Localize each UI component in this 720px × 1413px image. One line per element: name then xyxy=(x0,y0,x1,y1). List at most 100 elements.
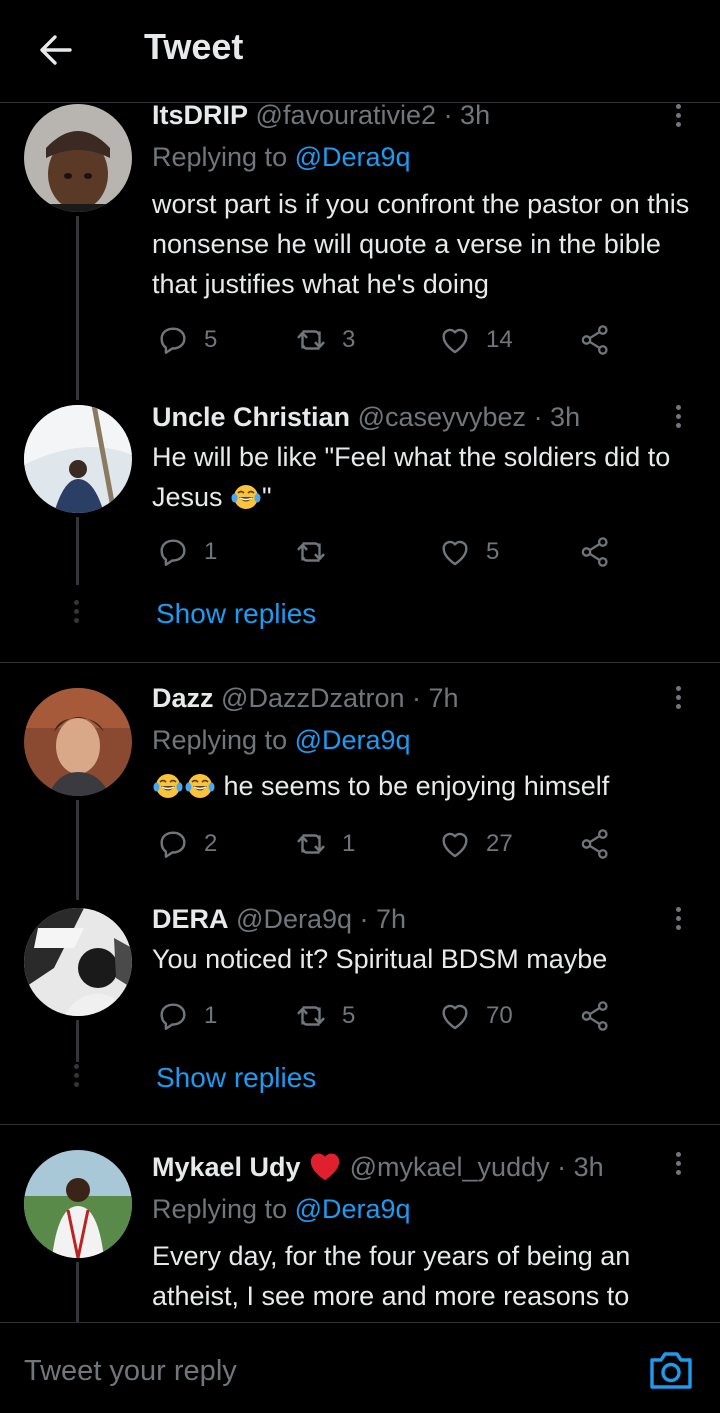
display-name[interactable]: DERA xyxy=(152,904,229,934)
camera-icon[interactable] xyxy=(648,1349,694,1391)
reply-composer: Tweet your reply xyxy=(0,1322,720,1413)
share-button[interactable] xyxy=(578,322,612,358)
display-name[interactable]: ItsDRIP xyxy=(152,100,248,130)
reply-button[interactable]: 5 xyxy=(156,322,217,358)
reply-icon xyxy=(156,323,190,357)
display-name[interactable]: Dazz xyxy=(152,683,214,713)
display-name[interactable]: Mykael Udy xyxy=(152,1152,301,1182)
heart-icon xyxy=(438,535,472,569)
reply-icon xyxy=(156,535,190,569)
retweet-count: 1 xyxy=(342,830,356,857)
user-handle[interactable]: @mykael_yuddy xyxy=(350,1152,550,1182)
share-button[interactable] xyxy=(578,998,612,1034)
top-bar: Tweet xyxy=(0,0,720,103)
retweet-button[interactable] xyxy=(294,534,342,570)
avatar[interactable] xyxy=(24,688,132,796)
thread-collapsed-dots xyxy=(74,1064,80,1091)
mention-link[interactable]: @Dera9q xyxy=(295,142,411,172)
tweet-text: Every day, for the four years of being a… xyxy=(152,1241,631,1311)
reply-icon xyxy=(156,827,190,861)
user-handle[interactable]: @Dera9q xyxy=(236,904,352,934)
retweet-button[interactable]: 3 xyxy=(294,322,355,358)
user-handle[interactable]: @DazzDzatron xyxy=(221,683,404,713)
like-button[interactable]: 5 xyxy=(438,534,499,570)
tweet-actions: 5 3 14 xyxy=(156,322,626,362)
page-title: Tweet xyxy=(144,26,244,67)
laughing-emoji-icon xyxy=(184,771,216,801)
divider xyxy=(0,1124,720,1125)
tweet-actions: 1 5 xyxy=(156,534,626,574)
display-name[interactable]: Uncle Christian xyxy=(152,402,350,432)
reply-count: 1 xyxy=(204,538,218,565)
heart-icon xyxy=(438,827,472,861)
thread-line xyxy=(76,216,79,400)
laughing-emoji-icon xyxy=(230,482,262,512)
replying-to: Replying to @Dera9q xyxy=(152,142,411,172)
retweet-count: 5 xyxy=(342,1002,356,1029)
reply-count: 5 xyxy=(204,326,218,353)
timestamp: · 3h xyxy=(557,1152,604,1182)
like-button[interactable]: 14 xyxy=(438,322,513,358)
user-handle[interactable]: @favourativie2 xyxy=(256,100,437,130)
thread-line xyxy=(76,1020,79,1062)
heart-icon xyxy=(438,999,472,1033)
reply-count: 2 xyxy=(204,830,218,857)
timestamp: · 7h xyxy=(359,904,407,934)
tweet-header: Uncle Christian @caseyvybez · 3h xyxy=(152,402,580,433)
more-options-icon[interactable] xyxy=(676,1152,684,1179)
red-heart-icon xyxy=(310,1153,340,1181)
more-options-icon[interactable] xyxy=(676,104,684,131)
show-replies-link[interactable]: Show replies xyxy=(156,598,316,630)
tweet-actions: 1 5 70 xyxy=(156,998,626,1038)
avatar[interactable] xyxy=(24,908,132,1016)
share-icon xyxy=(578,827,612,861)
avatar[interactable] xyxy=(24,405,132,513)
like-button[interactable]: 27 xyxy=(438,826,513,862)
replying-to: Replying to @Dera9q xyxy=(152,725,411,755)
retweet-icon xyxy=(294,323,328,357)
more-options-icon[interactable] xyxy=(676,686,684,713)
like-count: 27 xyxy=(486,830,513,857)
reply-input[interactable]: Tweet your reply xyxy=(24,1355,237,1388)
retweet-button[interactable]: 1 xyxy=(294,826,355,862)
replying-to: Replying to @Dera9q xyxy=(152,1194,411,1224)
tweet-actions: 2 1 27 xyxy=(156,826,626,866)
tweet-text: You noticed it? Spiritual BDSM maybe xyxy=(152,944,608,974)
back-arrow-icon[interactable] xyxy=(36,30,76,70)
like-count: 70 xyxy=(486,1002,513,1029)
mention-link[interactable]: @Dera9q xyxy=(295,725,411,755)
timestamp: · 3h xyxy=(533,402,581,432)
more-options-icon[interactable] xyxy=(676,907,684,934)
avatar[interactable] xyxy=(24,104,132,212)
like-button[interactable]: 70 xyxy=(438,998,513,1034)
retweet-icon xyxy=(294,999,328,1033)
share-icon xyxy=(578,999,612,1033)
replies-feed: ItsDRIP @favourativie2 · 3h Replying to … xyxy=(0,0,720,1322)
tweet-header: Dazz @DazzDzatron · 7h xyxy=(152,683,459,714)
thread-collapsed-dots xyxy=(74,600,80,627)
share-icon xyxy=(578,323,612,357)
more-options-icon[interactable] xyxy=(676,405,684,432)
thread-line xyxy=(76,1262,79,1322)
thread-line xyxy=(76,800,79,900)
share-button[interactable] xyxy=(578,534,612,570)
mention-link[interactable]: @Dera9q xyxy=(295,1194,411,1224)
reply-button[interactable]: 1 xyxy=(156,534,217,570)
like-count: 14 xyxy=(486,326,513,353)
retweet-button[interactable]: 5 xyxy=(294,998,355,1034)
like-count: 5 xyxy=(486,538,500,565)
tweet-header: DERA @Dera9q · 7h xyxy=(152,904,406,935)
retweet-icon xyxy=(294,535,328,569)
tweet-header: Mykael Udy @mykael_yuddy · 3h xyxy=(152,1150,604,1183)
tweet-text: worst part is if you confront the pastor… xyxy=(152,189,690,299)
avatar[interactable] xyxy=(24,1150,132,1258)
share-button[interactable] xyxy=(578,826,612,862)
user-handle[interactable]: @caseyvybez xyxy=(358,402,526,432)
show-replies-link[interactable]: Show replies xyxy=(156,1062,316,1094)
timestamp: · 7h xyxy=(412,683,459,713)
reply-button[interactable]: 1 xyxy=(156,998,217,1034)
reply-icon xyxy=(156,999,190,1033)
reply-button[interactable]: 2 xyxy=(156,826,217,862)
retweet-count: 3 xyxy=(342,326,356,353)
divider xyxy=(0,662,720,663)
